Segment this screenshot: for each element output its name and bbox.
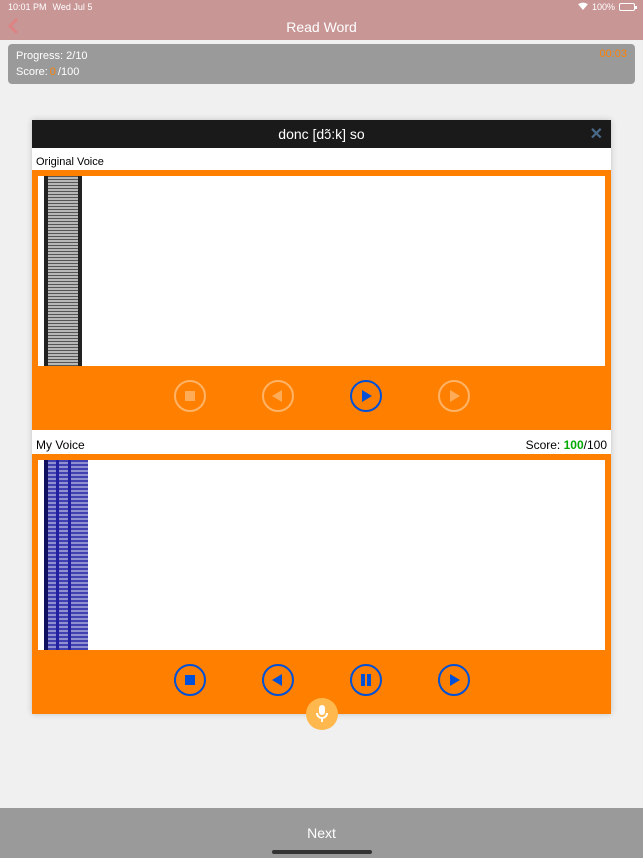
my-voice-label: My Voice [36, 438, 85, 452]
spectrogram-my-icon [38, 460, 88, 650]
my-score: Score: 100/100 [526, 438, 607, 452]
prev-button-original[interactable] [262, 380, 294, 412]
play-button-original[interactable] [350, 380, 382, 412]
prev-button-my[interactable] [262, 664, 294, 696]
content-area: donc [dɔ̃:k] so ✕ Original Voice [0, 84, 643, 812]
word-card: donc [dɔ̃:k] so ✕ Original Voice [32, 120, 611, 714]
battery-icon [619, 3, 635, 11]
stop-button-my[interactable] [174, 664, 206, 696]
page-title: Read Word [286, 19, 357, 35]
my-score-value: 100 [564, 438, 584, 452]
progress-label: Progress: [16, 50, 63, 62]
original-panel [32, 170, 611, 430]
battery-pct: 100% [592, 2, 615, 12]
back-button[interactable] [8, 18, 18, 39]
score-value: 0 [50, 66, 56, 78]
original-controls [38, 366, 605, 424]
wifi-icon [578, 2, 588, 12]
next-button[interactable]: Next [0, 808, 643, 858]
status-time: 10:01 PM [8, 2, 47, 12]
next-button-original[interactable] [438, 380, 470, 412]
card-header: donc [dɔ̃:k] so ✕ [32, 120, 611, 148]
next-label: Next [307, 825, 336, 841]
status-bar: 10:01 PM Wed Jul 5 100% [0, 0, 643, 14]
next-button-my[interactable] [438, 664, 470, 696]
mic-icon [315, 705, 329, 723]
record-button[interactable] [306, 698, 338, 730]
info-bar: Progress: 2/10 Score: 0 /100 00:03 [8, 44, 635, 84]
score-total: /100 [58, 66, 79, 78]
stop-button-original[interactable] [174, 380, 206, 412]
pause-button-my[interactable] [350, 664, 382, 696]
word-title: donc [dɔ̃:k] so [278, 126, 364, 142]
score-label: Score: [16, 66, 48, 78]
close-button[interactable]: ✕ [590, 124, 603, 144]
status-date: Wed Jul 5 [53, 2, 93, 12]
home-indicator [272, 850, 372, 854]
timer: 00:03 [599, 48, 627, 60]
spectrogram-original-icon [38, 176, 88, 366]
original-voice-label: Original Voice [32, 148, 611, 170]
original-spectrogram [38, 176, 605, 366]
progress-value: 2/10 [66, 50, 87, 62]
my-voice-panel [32, 454, 611, 714]
my-spectrogram [38, 460, 605, 650]
nav-bar: Read Word [0, 14, 643, 40]
